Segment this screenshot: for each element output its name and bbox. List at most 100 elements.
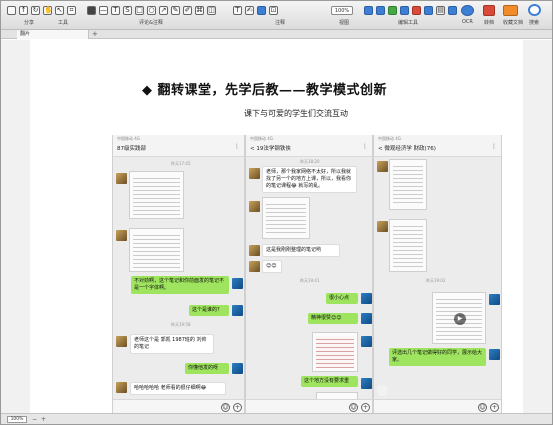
toolbar-label-favorite: 收藏文档	[503, 20, 524, 26]
chat-bubble: 很小心点	[326, 293, 358, 304]
avatar	[232, 278, 243, 289]
circle-icon[interactable]: ○	[147, 5, 156, 15]
avatar	[116, 382, 127, 393]
signature-icon[interactable]: ✍	[245, 5, 254, 15]
doc-margin-left	[1, 40, 30, 413]
chat-photo	[312, 332, 358, 372]
sidebar-icon[interactable]	[7, 5, 16, 15]
avatar	[249, 261, 260, 272]
chat-photo	[262, 197, 310, 239]
chat-bubble: 评选出几个笔记做得好的同学，展示给大家。	[389, 348, 486, 366]
toolbar-label-share: 分享	[24, 20, 35, 26]
chat-bubble: 不对劲啊，这个笔记和你前面发的笔记不是一个字体啊。	[131, 276, 229, 294]
shape-icon[interactable]: □	[135, 5, 144, 15]
highlighter-icon[interactable]: ✐	[183, 5, 192, 15]
form-icon[interactable]	[424, 5, 433, 15]
text-annotation-icon[interactable]: T	[233, 5, 242, 15]
chat-status: 中国移动 4G	[250, 136, 273, 141]
timestamp: 昨天19:58	[171, 322, 191, 327]
chat-header: 中国移动 4G < 微观经济学 财政(76) ⋮	[374, 135, 501, 157]
play-icon[interactable]: ▶	[454, 313, 466, 325]
toolbar-label-search: 搜索	[529, 20, 540, 26]
redact-icon[interactable]: ▤	[436, 5, 445, 15]
chat-bubble: 哈哈哈哈哈 老师看的很仔细啊😂	[130, 382, 226, 395]
slide-heading: ◆ 翻转课堂，先学后教——教学模式创新	[142, 83, 388, 98]
more-icon: ⋮	[362, 143, 368, 150]
link-icon[interactable]	[400, 5, 409, 15]
eraser-icon[interactable]: ◫	[207, 5, 216, 15]
chat-photo	[389, 219, 427, 272]
new-tab-button[interactable]: +	[92, 30, 98, 39]
chat-bubble: 老师，那个我家网络不太好，所以我就找了另一个的地方上课，所以，我看你的笔记课程😂…	[262, 166, 357, 193]
ocr-icon[interactable]	[461, 4, 474, 16]
more-icon: ⋮	[491, 143, 497, 150]
toolbar-label-comment: 评论&注释	[139, 20, 163, 26]
avatar	[116, 336, 127, 347]
tab-document[interactable]: 翻片	[17, 30, 89, 39]
watermark-icon[interactable]	[412, 5, 421, 15]
toolbar-label-annotate: 注释	[275, 20, 286, 26]
avatar	[489, 294, 500, 305]
avatar	[232, 305, 243, 316]
page-icon[interactable]	[376, 5, 385, 15]
favorite-folder-icon[interactable]	[503, 4, 518, 16]
text-tool-icon[interactable]: T	[111, 5, 120, 15]
timestamp: 昨天19:41	[300, 278, 320, 283]
chat-status: 中国移动 4G	[117, 136, 140, 141]
chat-title: < 微观经济学 财政(76)	[378, 146, 436, 152]
zoom-in-button[interactable]: +	[41, 415, 46, 424]
zoom-level-field[interactable]: 100%	[7, 416, 27, 423]
chat-bubble: 你懂他发的呀	[185, 363, 229, 374]
toolbar-label-edit: 编辑工具	[398, 20, 419, 26]
convert-icon[interactable]	[483, 4, 495, 16]
attachment-icon[interactable]: ⌘	[195, 5, 204, 15]
avatar	[232, 363, 243, 374]
stamp-icon[interactable]: ⊡	[269, 5, 278, 15]
line-icon[interactable]: —	[99, 5, 108, 15]
rotate-icon[interactable]: ↻	[31, 5, 40, 15]
image-icon[interactable]	[388, 5, 397, 15]
color-fill-icon[interactable]	[87, 5, 96, 15]
arrow-icon[interactable]: ↗	[159, 5, 168, 15]
plus-icon: +	[361, 403, 370, 412]
grid-icon[interactable]	[364, 5, 373, 15]
crop-icon[interactable]: ⌗	[67, 5, 76, 15]
tab-bar: 翻片 +	[1, 30, 552, 39]
avatar	[249, 168, 260, 179]
chat-bubble: 这个地方没有要求重	[301, 376, 358, 387]
chat-bubble: 😊😊	[262, 260, 282, 273]
zoom-selector[interactable]: 100%	[331, 5, 353, 15]
chat-photo	[389, 159, 427, 210]
plus-icon: +	[233, 403, 242, 412]
avatar	[361, 293, 372, 304]
chat-bubble: 这个是谁的？	[189, 305, 229, 316]
bookmark-icon[interactable]	[448, 5, 457, 15]
chat-bubble: 老师这个是 郭凯 1987班的 刘帅的笔记	[130, 334, 214, 354]
search-icon[interactable]	[528, 4, 541, 16]
chat-title: 87级实践部	[117, 146, 146, 152]
emoji-icon: ☺	[221, 403, 230, 412]
chat-title: < 19法学钢铁侠	[250, 146, 291, 152]
zoom-out-button[interactable]: −	[32, 415, 37, 424]
hand-icon[interactable]: ✋	[43, 5, 53, 15]
chat-status: 中国移动 4G	[378, 136, 401, 141]
pen-icon[interactable]: ✎	[171, 5, 180, 15]
avatar	[377, 221, 388, 232]
main-toolbar: ↑ ↻ 分享 ✋ ↖ ⌗ 工具 — T S □ ○ ↗ ✎ ✐ ⌘ ◫ 评论&注…	[1, 1, 552, 30]
chat-bubble: 这是我刚刚整理的笔记哟	[262, 244, 340, 257]
chat-screenshot-3: 中国移动 4G < 微观经济学 财政(76) ⋮ 昨天19:02 ▶ 评选出几个…	[373, 135, 502, 415]
status-bar: 100% − +	[1, 413, 552, 424]
timestamp: 昨天17:45	[171, 161, 191, 166]
avatar	[116, 173, 127, 184]
select-icon[interactable]: ↖	[55, 5, 64, 15]
share-icon[interactable]: ↑	[19, 5, 28, 15]
toolbar-label-tools: 工具	[58, 20, 69, 26]
note-icon[interactable]	[257, 5, 266, 15]
chat-video[interactable]: ▶	[432, 292, 486, 344]
toolbar-label-view: 视图	[339, 20, 350, 26]
chat-screenshot-2: 中国移动 4G < 19法学钢铁侠 ⋮ 昨天18:20 老师，那个我家网络不太好…	[245, 135, 373, 415]
avatar	[489, 349, 500, 360]
plus-icon: +	[490, 403, 499, 412]
strike-icon[interactable]: S	[123, 5, 132, 15]
penguin-avatar	[377, 385, 388, 396]
